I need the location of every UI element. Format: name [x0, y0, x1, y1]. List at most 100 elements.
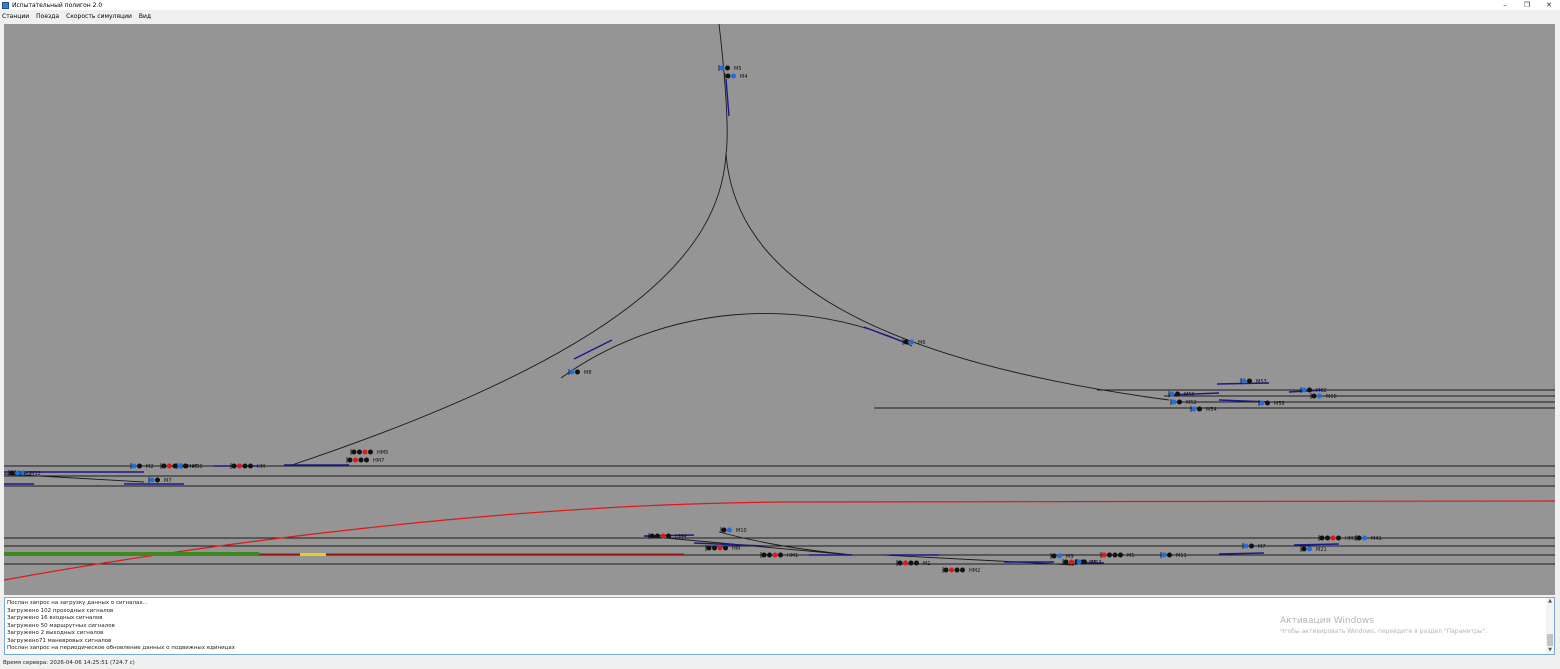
- signal-light: [1191, 406, 1197, 412]
- signal-light: [15, 470, 20, 476]
- signal-light: [960, 567, 965, 573]
- signal-light: [1356, 535, 1362, 541]
- signal-light: [137, 463, 142, 469]
- signal-m54[interactable]: M54: [1190, 406, 1217, 413]
- log-line: Загружено 16 входных сигналов: [7, 615, 103, 621]
- signal-нм7[interactable]: НМ7: [346, 457, 384, 464]
- signal-m4[interactable]: M4: [724, 73, 748, 80]
- signal-m8[interactable]: M8: [568, 369, 592, 376]
- signal-light: [575, 369, 580, 375]
- signal-light: [1069, 559, 1074, 565]
- scroll-down-icon[interactable]: ▼: [1546, 647, 1554, 654]
- signal-m11[interactable]: M11: [1160, 552, 1187, 559]
- scroll-thumb[interactable]: [1547, 634, 1553, 646]
- log-line: Загружено 50 маршрутных сигналов: [7, 622, 115, 629]
- signal-light: [1177, 399, 1182, 405]
- log-panel[interactable]: Послан запрос на загрузку данных о сигна…: [4, 597, 1555, 655]
- signal-m1[interactable]: M1: [896, 560, 931, 567]
- signal-light: [358, 457, 364, 463]
- signal-m60[interactable]: M60: [1310, 393, 1337, 400]
- signal-light: [717, 545, 723, 551]
- signal-m52[interactable]: M52: [1170, 399, 1197, 406]
- log-scrollbar[interactable]: ▲ ▼: [1546, 598, 1554, 654]
- selected-section-marker[interactable]: [300, 553, 326, 556]
- signal-label: НМ: [257, 464, 265, 470]
- minimize-button[interactable]: –: [1494, 0, 1516, 10]
- signal-light: [1330, 535, 1336, 541]
- signal-label: M41: [1371, 536, 1382, 542]
- signal-light: [767, 552, 772, 558]
- signal-label: M9: [1066, 554, 1074, 560]
- signal-m2[interactable]: M2: [130, 463, 154, 470]
- track-diagram[interactable]: M8M6M5M4M2M32M56M52M54M53M58M62M60M10M7Н…: [4, 24, 1555, 595]
- signal-label: M56: [1184, 392, 1195, 398]
- signal-нм5[interactable]: НМ5: [350, 449, 388, 456]
- signal-light: [1197, 406, 1202, 412]
- signal-нм2[interactable]: НМ2: [942, 567, 980, 574]
- signal-label: M53: [1256, 379, 1267, 385]
- route-segment: [573, 339, 613, 360]
- signal-label: M52: [1186, 400, 1197, 406]
- title-bar: Испытательный полигон 2.0 – ❐ ✕: [0, 0, 1560, 10]
- signal-light: [155, 477, 160, 483]
- signal-m7[interactable]: M7: [148, 477, 172, 484]
- signal-light: [723, 545, 728, 551]
- signal-m21[interactable]: M21: [1300, 546, 1327, 553]
- signal-light: [1247, 378, 1252, 384]
- signal-light: [649, 533, 655, 539]
- track-north-left-curve: [288, 24, 728, 467]
- signal-нм1[interactable]: НМ1: [760, 552, 798, 559]
- signal-label: M36: [192, 464, 203, 470]
- signal-light: [353, 457, 358, 463]
- window-title: Испытательный полигон 2.0: [12, 1, 103, 9]
- menu-simulation-speed[interactable]: Скорость симуляции: [66, 13, 132, 20]
- signal-light: [9, 470, 15, 476]
- signal-light: [1336, 535, 1341, 541]
- signal-m41[interactable]: M41: [1355, 535, 1382, 542]
- signal-m7[interactable]: M7: [1242, 543, 1266, 550]
- menu-stations[interactable]: Станции: [2, 13, 29, 20]
- signal-light: [954, 567, 960, 573]
- log-line: Послан запрос на периодическое обновлени…: [7, 645, 236, 651]
- signal-light: [1241, 378, 1247, 384]
- close-button[interactable]: ✕: [1538, 0, 1560, 10]
- signal-light: [1307, 546, 1312, 552]
- signal-m5[interactable]: M5: [1100, 552, 1135, 559]
- menu-trains[interactable]: Поезда: [36, 13, 59, 20]
- signal-m58[interactable]: M58: [1258, 400, 1285, 407]
- signal-label: НМ1: [787, 553, 798, 559]
- signal-light: [1107, 552, 1112, 558]
- track-canvas[interactable]: M8 M6 M5 M4 M2 M32 M56 M52 M54 M53 M58 M62 M60 M10 M7 Н…: [4, 24, 1555, 595]
- signal-light: [183, 463, 188, 469]
- log-line: Послан запрос на загрузку данных о сигна…: [7, 600, 148, 606]
- signal-label: M4: [740, 74, 748, 80]
- signal-light: [721, 527, 727, 533]
- signal-m9[interactable]: M9: [1050, 553, 1074, 560]
- signal-light: [778, 552, 783, 558]
- signal-light: [1171, 399, 1177, 405]
- signal-нм3[interactable]: НМ3: [1318, 535, 1356, 542]
- app-icon: [2, 1, 9, 9]
- signal-light: [149, 477, 155, 483]
- restore-button[interactable]: ❐: [1516, 0, 1538, 10]
- signal-light: [1161, 552, 1167, 558]
- signal-label: M54: [1206, 407, 1217, 413]
- signal-label: M60: [1326, 394, 1337, 400]
- signal-m10[interactable]: M10: [720, 527, 747, 534]
- menu-view[interactable]: Вид: [139, 13, 151, 20]
- activation-title: Активация Windows: [1280, 616, 1374, 626]
- scroll-up-icon[interactable]: ▲: [1546, 598, 1554, 605]
- signal-нм4[interactable]: НМ4: [648, 533, 686, 540]
- train-unit[interactable]: [4, 552, 259, 556]
- signal-label: M7: [1258, 544, 1266, 550]
- signal-light: [1317, 393, 1322, 399]
- signal-light: [727, 527, 732, 533]
- signal-light: [364, 457, 369, 463]
- signal-light: [903, 339, 909, 345]
- signal-light: [231, 463, 237, 469]
- signal-m5[interactable]: M5: [718, 65, 742, 72]
- signal-label: НМ7: [373, 458, 384, 464]
- track-north-right-curve: [725, 153, 1170, 401]
- signal-light: [1082, 559, 1087, 565]
- signal-light: [357, 449, 362, 455]
